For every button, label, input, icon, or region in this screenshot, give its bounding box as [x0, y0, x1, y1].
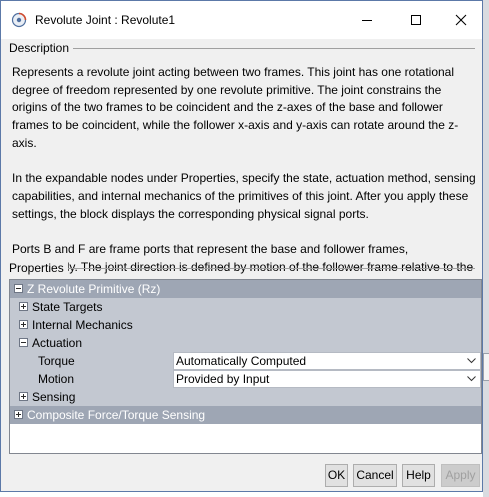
ok-button[interactable]: OK [325, 464, 348, 487]
dropdown-value: Provided by Input [176, 372, 270, 386]
maximize-button[interactable] [393, 1, 439, 39]
tree-row-actuation[interactable]: Actuation [10, 334, 481, 352]
expand-icon[interactable] [19, 320, 28, 329]
close-icon [455, 14, 467, 26]
close-button[interactable] [438, 1, 484, 39]
param-name: Motion [38, 372, 75, 386]
cancel-button[interactable]: Cancel [353, 464, 397, 487]
collapse-icon[interactable] [19, 338, 28, 347]
tree-row-label: Actuation [32, 336, 83, 350]
description-paragraph: Represents a revolute joint acting betwe… [12, 65, 459, 150]
chevron-down-icon [467, 376, 476, 382]
tree-row-label: State Targets [32, 300, 103, 314]
expand-icon[interactable] [14, 410, 23, 419]
param-name-cell: Torque [10, 352, 173, 370]
minimize-button[interactable] [344, 1, 390, 39]
description-divider [71, 48, 475, 49]
description-paragraph: In the expandable nodes under Properties… [12, 171, 476, 221]
window-title: Revolute Joint : Revolute1 [35, 13, 176, 27]
background-window-control [483, 353, 489, 381]
tree-row-label: Sensing [32, 390, 76, 404]
properties-heading: Properties [9, 261, 68, 275]
param-row-torque: Torque Automatically Computed [10, 352, 481, 370]
app-icon [11, 12, 27, 28]
chevron-down-icon [467, 358, 476, 364]
tree-row-sensing[interactable]: Sensing [10, 388, 481, 406]
maximize-icon [411, 15, 421, 25]
collapse-icon[interactable] [14, 284, 23, 293]
motion-dropdown[interactable]: Provided by Input [173, 370, 481, 388]
tree-row-label: Z Revolute Primitive (Rz) [27, 282, 161, 296]
tree-row-state-targets[interactable]: State Targets [10, 298, 481, 316]
title-bar[interactable]: Revolute Joint : Revolute1 [1, 1, 482, 39]
tree-row-primitive[interactable]: Z Revolute Primitive (Rz) [10, 280, 481, 298]
param-name-cell: Motion [10, 370, 173, 388]
description-text: Represents a revolute joint acting betwe… [12, 64, 476, 312]
tree-row-composite-sensing[interactable]: Composite Force/Torque Sensing [10, 406, 481, 424]
apply-button[interactable]: Apply [441, 464, 480, 487]
expand-icon[interactable] [19, 302, 28, 311]
torque-dropdown[interactable]: Automatically Computed [173, 352, 481, 370]
properties-tree: Z Revolute Primitive (Rz) State Targets … [9, 279, 482, 454]
block-parameters-dialog: Revolute Joint : Revolute1 Description R… [0, 0, 483, 492]
param-name: Torque [38, 354, 75, 368]
help-button[interactable]: Help [402, 464, 435, 487]
tree-row-label: Internal Mechanics [32, 318, 133, 332]
expand-icon[interactable] [19, 392, 28, 401]
minimize-icon [362, 20, 372, 21]
param-row-motion: Motion Provided by Input [10, 370, 481, 388]
tree-row-label: Composite Force/Torque Sensing [27, 408, 206, 422]
description-heading: Description [9, 41, 74, 55]
properties-divider [66, 268, 475, 269]
tree-row-internal-mechanics[interactable]: Internal Mechanics [10, 316, 481, 334]
background-window-edge [483, 0, 489, 497]
dropdown-value: Automatically Computed [176, 354, 307, 368]
